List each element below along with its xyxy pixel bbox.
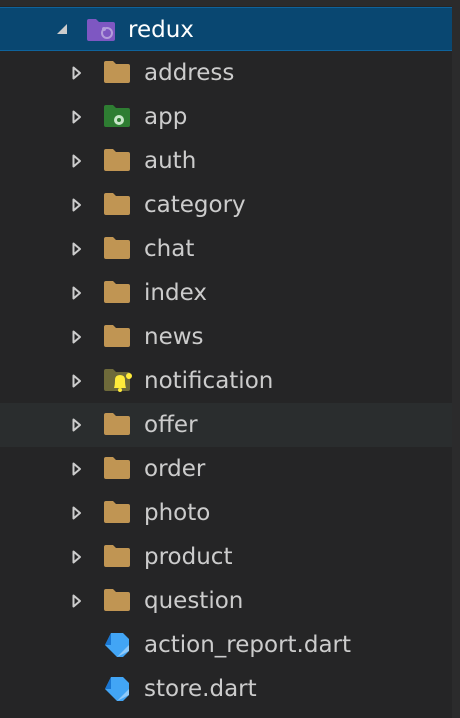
chevron-right-icon[interactable] xyxy=(72,286,86,300)
folder-icon xyxy=(103,500,131,526)
scroll-shadow xyxy=(0,0,460,6)
folder-icon xyxy=(103,280,131,306)
tree-item-label: action_report.dart xyxy=(144,632,352,658)
tree-item-product[interactable]: product xyxy=(0,535,460,579)
tree-item-offer[interactable]: offer xyxy=(0,403,460,447)
folder-icon xyxy=(103,412,131,438)
tree-item-address[interactable]: address xyxy=(0,51,460,95)
tree-item-label: redux xyxy=(128,17,194,43)
chevron-right-icon[interactable] xyxy=(72,330,86,344)
tree-item-redux[interactable]: redux xyxy=(0,7,460,51)
tree-item-label: order xyxy=(144,456,206,482)
folder-icon xyxy=(103,192,131,218)
tree-item-notification[interactable]: notification xyxy=(0,359,460,403)
tree-item-auth[interactable]: auth xyxy=(0,139,460,183)
tree-item-index[interactable]: index xyxy=(0,271,460,315)
tree-item-app[interactable]: app xyxy=(0,95,460,139)
tree-item-action-report-dart[interactable]: action_report.dart xyxy=(0,623,460,667)
chevron-down-icon[interactable] xyxy=(56,23,70,37)
folder-notification-icon xyxy=(103,368,132,394)
folder-icon xyxy=(103,456,131,482)
tree-item-category[interactable]: category xyxy=(0,183,460,227)
chevron-right-icon[interactable] xyxy=(72,110,86,124)
tree-item-label: photo xyxy=(144,500,211,526)
tree-item-label: news xyxy=(144,324,204,350)
folder-icon xyxy=(103,588,131,614)
folder-icon xyxy=(103,544,131,570)
tree-item-store-dart[interactable]: store.dart xyxy=(0,667,460,711)
tree-item-question[interactable]: question xyxy=(0,579,460,623)
file-explorer-tree: redux address app auth category chat ind… xyxy=(0,0,460,718)
chevron-right-icon[interactable] xyxy=(72,198,86,212)
tree-item-label: app xyxy=(144,104,188,130)
chevron-right-icon[interactable] xyxy=(72,374,86,388)
tree-item-label: notification xyxy=(144,368,274,394)
chevron-right-icon[interactable] xyxy=(72,418,86,432)
folder-icon xyxy=(103,236,131,262)
tree-item-chat[interactable]: chat xyxy=(0,227,460,271)
folder-app-icon xyxy=(103,104,131,130)
tree-item-label: category xyxy=(144,192,246,218)
tree-item-label: auth xyxy=(144,148,197,174)
folder-icon xyxy=(103,148,131,174)
folder-redux-icon xyxy=(86,17,115,43)
tree-item-label: address xyxy=(144,60,235,86)
folder-icon xyxy=(103,60,131,86)
tree-item-news[interactable]: news xyxy=(0,315,460,359)
tree-item-label: store.dart xyxy=(144,676,257,702)
chevron-right-icon[interactable] xyxy=(72,66,86,80)
folder-icon xyxy=(103,324,131,350)
chevron-right-icon[interactable] xyxy=(72,594,86,608)
tree-item-order[interactable]: order xyxy=(0,447,460,491)
tree-item-label: chat xyxy=(144,236,195,262)
tree-item-label: index xyxy=(144,280,207,306)
tree-item-label: offer xyxy=(144,412,198,438)
chevron-right-icon[interactable] xyxy=(72,550,86,564)
scrollbar-track[interactable] xyxy=(452,0,460,718)
dart-file-icon xyxy=(103,675,131,701)
dart-file-icon xyxy=(103,631,131,657)
tree-item-photo[interactable]: photo xyxy=(0,491,460,535)
chevron-right-icon[interactable] xyxy=(72,154,86,168)
chevron-right-icon[interactable] xyxy=(72,462,86,476)
chevron-right-icon[interactable] xyxy=(72,506,86,520)
tree-item-label: question xyxy=(144,588,244,614)
chevron-right-icon[interactable] xyxy=(72,242,86,256)
tree-item-label: product xyxy=(144,544,233,570)
